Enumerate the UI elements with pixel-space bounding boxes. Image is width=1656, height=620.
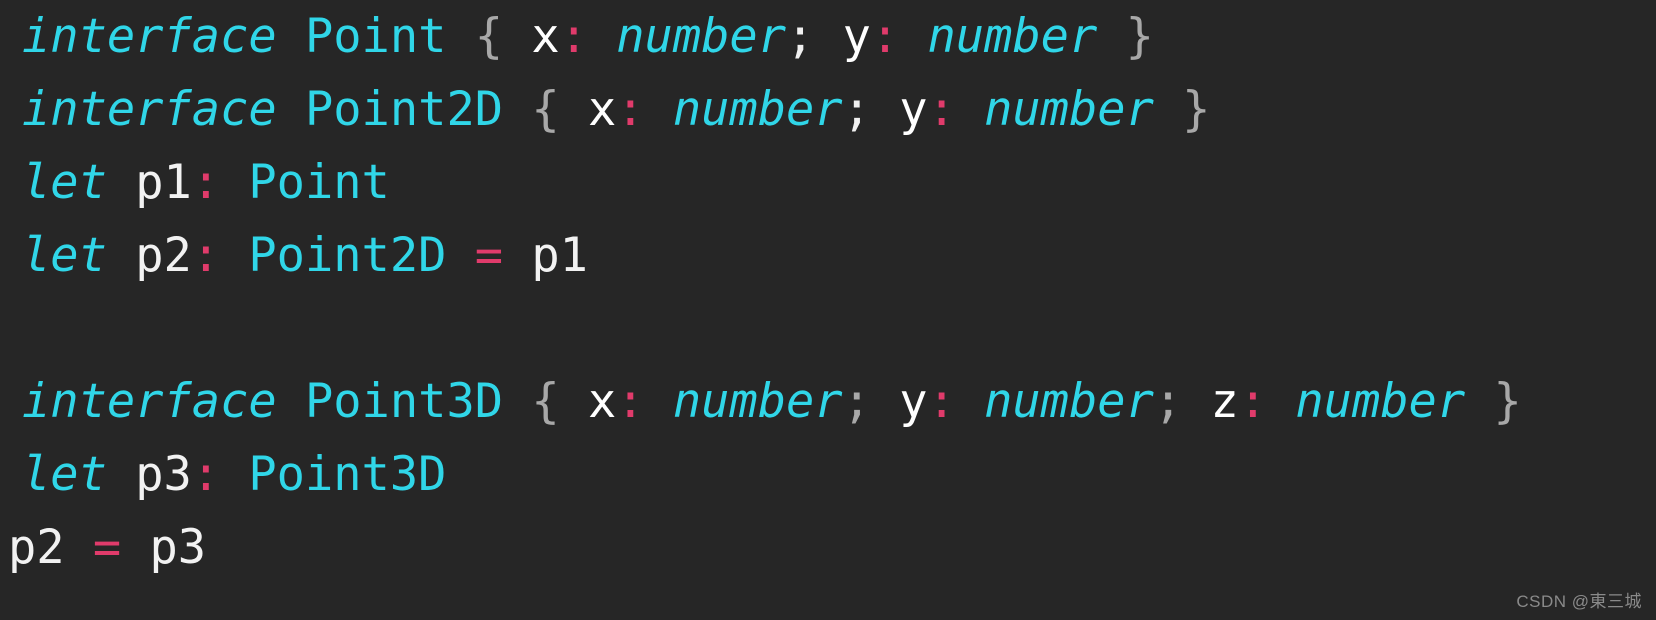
code-token-prop: y [899,82,928,137]
code-line[interactable]: interface Point3D { x: number; y: number… [0,365,1656,438]
code-token-prop: y [899,374,928,429]
code-token-builtin: number [984,374,1154,429]
code-line[interactable]: let p3: Point3D [0,438,1656,511]
code-token-type: Point [304,9,447,64]
code-token-punct: : [927,82,956,137]
code-token-builtin: number [1295,374,1466,429]
code-line[interactable]: interface Point2D { x: number; y: number… [0,73,1656,146]
code-token-semi: ; [786,9,815,64]
code-token-punct: : [616,374,645,429]
csdn-watermark: CSDN @東三城 [1516,592,1642,611]
code-token-prop: x [587,82,617,137]
code-token-prop: y [842,9,871,64]
code-token-punct: : [927,374,956,429]
code-token-keyword: let [22,447,107,502]
code-token-type: Point2D [248,228,447,283]
code-token-brace: } [1493,374,1522,429]
code-token-keyword: let [22,155,107,210]
code-block[interactable]: interface Point { x: number; y: number }… [0,0,1656,584]
code-token-semi: ; [842,82,871,137]
code-token-builtin: number [672,82,843,137]
code-token-brace: { [531,82,560,137]
code-token-builtin: number [984,82,1154,137]
code-token-keyword: interface [22,82,277,137]
code-token-prop: z [1210,374,1239,429]
code-token-type: Point3D [248,447,447,502]
code-token-var: p1 [135,155,192,210]
code-line[interactable] [0,292,1656,365]
code-token-builtin: number [616,9,787,64]
code-token-punct: : [191,155,221,210]
code-token-var: p3 [149,520,207,575]
code-token-punct: : [616,82,645,137]
code-editor-surface[interactable]: interface Point { x: number; y: number }… [0,0,1656,620]
code-token-punct: : [191,447,221,502]
code-token-var: p2 [8,520,65,575]
code-token-brace: } [1182,82,1211,137]
code-token-operator: = [92,520,122,575]
code-token-builtin: number [927,9,1098,64]
code-token-type: Point2D [304,82,504,137]
code-line[interactable]: let p1: Point [0,146,1656,219]
code-token-builtin: number [672,374,843,429]
code-token-brace: { [531,374,560,429]
code-token-var: p2 [135,228,192,283]
code-token-semi-dim: ; [842,374,871,429]
code-line[interactable]: let p2: Point2D = p1 [0,219,1656,292]
code-token-semi-dim: ; [1153,374,1183,429]
code-token-punct: : [870,9,900,64]
code-token-prop: x [531,9,560,64]
code-token-type: Point3D [304,374,504,429]
code-token-operator: = [474,228,504,283]
code-token-brace: { [474,9,504,64]
code-token-type: Point [248,155,390,210]
code-token-keyword: interface [22,9,277,64]
code-token-var: p3 [135,447,192,502]
code-token-punct: : [559,9,588,64]
code-token-brace: } [1125,9,1154,64]
code-line[interactable]: interface Point { x: number; y: number } [0,0,1656,73]
code-token-prop: x [587,374,617,429]
code-token-keyword: interface [22,374,277,429]
code-token-punct: : [1238,374,1268,429]
code-line[interactable]: p2 = p3 [0,511,1656,584]
code-token-var: p1 [531,228,588,283]
code-token-keyword: let [22,228,107,283]
code-token-punct: : [191,228,221,283]
